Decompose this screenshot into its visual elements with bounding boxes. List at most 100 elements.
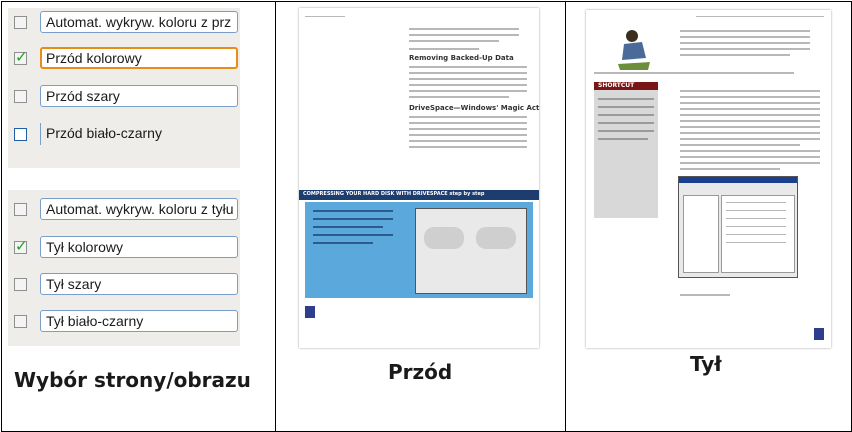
header-line bbox=[305, 16, 345, 17]
shortcut-header: SHORTCUT bbox=[594, 82, 658, 90]
text-line bbox=[598, 130, 654, 132]
text-line bbox=[680, 114, 820, 116]
back-option-auto[interactable]: Automat. wykryw. koloru z tyłu bbox=[8, 195, 240, 225]
back-option-color[interactable]: ✓ Tył kolorowy bbox=[8, 233, 240, 263]
text-line bbox=[680, 54, 790, 56]
text-line bbox=[313, 242, 373, 244]
front-cell: Removing Backed-Up Data DriveSpace—Windo… bbox=[275, 1, 566, 432]
text-line bbox=[313, 218, 393, 220]
text-line bbox=[680, 168, 780, 170]
front-option-color[interactable]: ✓ Przód kolorowy bbox=[8, 44, 240, 74]
text-line bbox=[313, 210, 393, 212]
text-line bbox=[598, 122, 654, 124]
front-option-bw[interactable]: Przód biało-czarny bbox=[8, 120, 240, 150]
option-label: Przód kolorowy bbox=[40, 47, 238, 69]
text-line bbox=[598, 106, 654, 108]
text-line bbox=[726, 202, 786, 203]
shortcut-sidebar bbox=[594, 90, 658, 218]
text-line bbox=[680, 138, 820, 140]
folder-tree bbox=[683, 195, 719, 273]
text-line bbox=[409, 34, 519, 36]
text-line bbox=[680, 102, 820, 104]
instructions-box bbox=[305, 202, 533, 298]
front-option-gray[interactable]: Przód szary bbox=[8, 82, 240, 112]
explorer-screenshot bbox=[678, 176, 798, 278]
text-line bbox=[409, 96, 509, 98]
text-line bbox=[409, 128, 527, 130]
checkbox[interactable] bbox=[14, 203, 27, 216]
text-line bbox=[409, 134, 527, 136]
text-line bbox=[598, 114, 654, 116]
back-option-gray[interactable]: Tył szary bbox=[8, 270, 240, 300]
dialog-screenshot bbox=[415, 208, 527, 294]
text-line bbox=[409, 72, 527, 74]
text-line bbox=[680, 90, 820, 92]
step-banner: COMPRESSING YOUR HARD DISK WITH DRIVESPA… bbox=[299, 190, 539, 200]
option-label: Przód biało-czarny bbox=[40, 123, 238, 145]
text-line bbox=[680, 48, 810, 50]
back-caption: Tył bbox=[690, 352, 722, 376]
text-line bbox=[680, 144, 800, 146]
text-line bbox=[680, 36, 810, 38]
shortcut-title: SHORTCUT bbox=[598, 82, 635, 89]
text-line bbox=[409, 90, 527, 92]
text-line bbox=[680, 162, 820, 164]
text-line bbox=[726, 210, 786, 211]
back-document-page: SHORTCUT bbox=[586, 10, 831, 348]
text-line bbox=[409, 66, 527, 68]
disk-graphic bbox=[424, 227, 464, 249]
file-list bbox=[721, 195, 795, 273]
checkbox[interactable] bbox=[14, 128, 27, 141]
back-option-bw[interactable]: Tył biało-czarny bbox=[8, 307, 240, 337]
text-line bbox=[726, 218, 786, 219]
text-line bbox=[409, 122, 527, 124]
text-line bbox=[726, 226, 786, 227]
text-line bbox=[409, 48, 479, 50]
text-line bbox=[680, 96, 820, 98]
text-line bbox=[680, 150, 820, 152]
disk-graphic bbox=[476, 227, 516, 249]
checkbox[interactable] bbox=[14, 315, 27, 328]
text-line bbox=[409, 140, 527, 142]
front-document-page: Removing Backed-Up Data DriveSpace—Windo… bbox=[299, 8, 539, 348]
check-icon: ✓ bbox=[15, 237, 28, 255]
text-line bbox=[726, 242, 786, 243]
checkbox-checked[interactable]: ✓ bbox=[14, 48, 28, 66]
option-label: Tył szary bbox=[40, 273, 238, 295]
checkbox[interactable] bbox=[14, 90, 27, 103]
text-line bbox=[726, 234, 786, 235]
front-option-auto[interactable]: Automat. wykryw. koloru z prz bbox=[8, 8, 240, 38]
text-line bbox=[680, 120, 820, 122]
front-options-panel: Automat. wykryw. koloru z prz ✓ Przód ko… bbox=[8, 8, 240, 168]
text-line bbox=[313, 226, 383, 228]
text-line bbox=[313, 234, 393, 236]
text-line bbox=[598, 98, 654, 100]
checkbox-checked[interactable]: ✓ bbox=[14, 237, 28, 255]
section-heading: Removing Backed-Up Data bbox=[409, 54, 514, 62]
back-cell: SHORTCUT Tył bbox=[565, 1, 852, 432]
selection-caption: Wybór strony/obrazu bbox=[14, 368, 251, 392]
cartoon-illustration bbox=[604, 24, 662, 72]
page-number-block bbox=[814, 328, 824, 340]
text-line bbox=[409, 84, 527, 86]
text-line bbox=[598, 138, 648, 140]
text-line bbox=[409, 146, 527, 148]
text-line bbox=[680, 294, 730, 296]
checkbox[interactable] bbox=[14, 278, 27, 291]
text-line bbox=[409, 116, 527, 118]
back-options-panel: Automat. wykryw. koloru z tyłu ✓ Tył kol… bbox=[8, 190, 240, 346]
check-icon: ✓ bbox=[15, 48, 28, 66]
option-label: Automat. wykryw. koloru z tyłu bbox=[40, 198, 238, 220]
checkbox[interactable] bbox=[14, 16, 27, 29]
front-caption: Przód bbox=[388, 360, 453, 384]
text-line bbox=[680, 108, 820, 110]
text-line bbox=[680, 126, 820, 128]
option-label: Przód szary bbox=[40, 85, 238, 107]
option-label: Tył kolorowy bbox=[40, 236, 238, 258]
option-label: Automat. wykryw. koloru z prz bbox=[40, 11, 238, 33]
text-line bbox=[409, 28, 519, 30]
page-number-block bbox=[305, 306, 315, 318]
text-line bbox=[680, 132, 820, 134]
text-line bbox=[680, 156, 820, 158]
options-cell: Automat. wykryw. koloru z prz ✓ Przód ko… bbox=[1, 1, 276, 432]
